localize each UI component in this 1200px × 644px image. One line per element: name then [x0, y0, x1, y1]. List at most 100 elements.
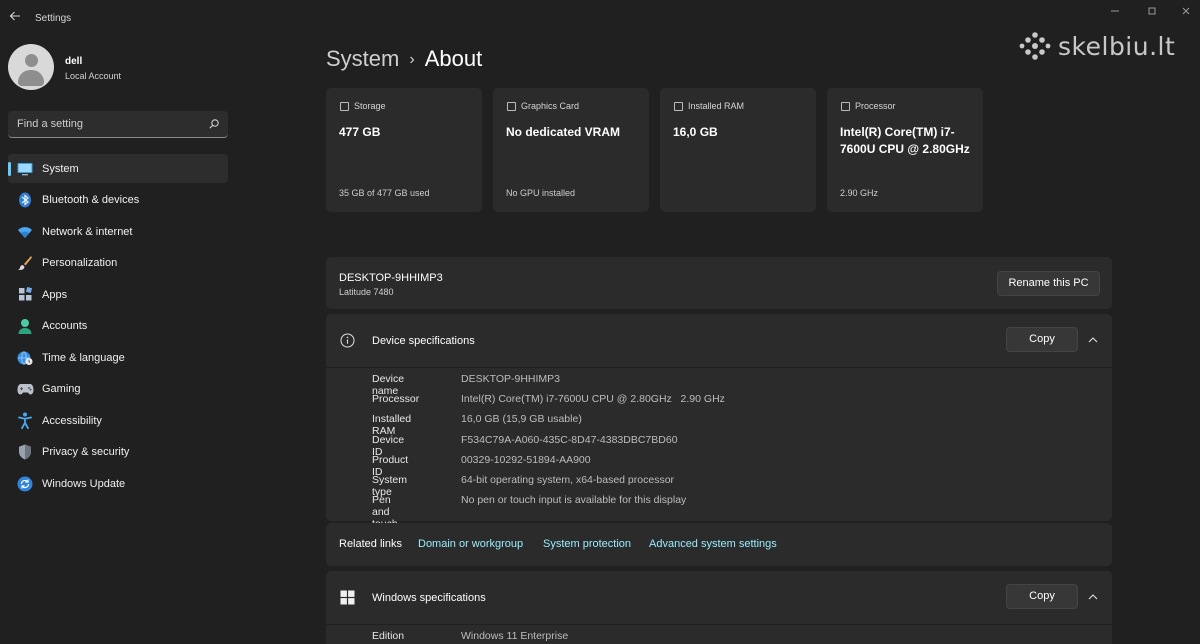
chevron-up-icon[interactable] [1087, 591, 1099, 603]
sidebar-item-label: Apps [42, 288, 68, 301]
sidebar-item-label: Accounts [42, 320, 88, 332]
watermark-logo: skelbiu.lt [1018, 31, 1175, 61]
spec-value: 16,0 GB (15,9 GB usable) [461, 413, 582, 426]
sidebar-item-label: Bluetooth & devices [42, 194, 140, 206]
section-title: Device specifications [372, 335, 475, 347]
advanced-system-settings-link[interactable]: Advanced system settings [649, 538, 777, 550]
sidebar-item-label: Personalization [42, 257, 118, 269]
pc-model: Latitude 7480 [339, 287, 394, 297]
section-title: Windows specifications [372, 592, 486, 604]
system-protection-link[interactable]: System protection [543, 538, 631, 550]
sidebar-item-system[interactable]: System [8, 154, 228, 183]
person-icon [16, 317, 34, 335]
sidebar-item-windows-update[interactable]: Windows Update [8, 469, 228, 498]
sidebar-item-bluetooth[interactable]: Bluetooth & devices [8, 186, 228, 215]
sidebar-item-accessibility[interactable]: Accessibility [8, 406, 228, 435]
card-title: Graphics Card [521, 101, 580, 111]
chevron-up-icon[interactable] [1087, 334, 1099, 346]
monitor-icon [16, 160, 34, 178]
sidebar-item-time-language[interactable]: Time & language [8, 343, 228, 372]
back-arrow-icon[interactable] [6, 9, 24, 27]
sidebar-item-personalization[interactable]: Personalization [8, 249, 228, 278]
processor-card: Processor Intel(R) Core(TM) i7-7600U CPU… [827, 88, 983, 212]
gamepad-icon [16, 380, 34, 398]
rename-pc-button[interactable]: Rename this PC [997, 271, 1100, 296]
breadcrumb-parent[interactable]: System [326, 46, 399, 71]
sidebar-item-label: System [42, 162, 79, 175]
card-subtext: 35 GB of 477 GB used [339, 188, 430, 198]
search-icon[interactable] [208, 118, 220, 130]
sidebar-item-label: Time & language [42, 351, 125, 364]
apps-icon [16, 286, 34, 304]
watermark-dots-icon [1019, 32, 1051, 60]
storage-card: Storage 477 GB 35 GB of 477 GB used [326, 88, 482, 212]
sidebar-nav: System Bluetooth & devices Network & int… [0, 154, 240, 501]
sidebar: dell Local Account Find a setting System… [0, 36, 240, 644]
device-specifications-section: Device specifications Copy Device name DE… [326, 314, 1112, 530]
spec-value: 00329-10292-51894-AA900 [461, 453, 591, 466]
brush-icon [16, 254, 34, 272]
installed-ram-card: Installed RAM 16,0 GB [660, 88, 816, 212]
info-icon [340, 333, 355, 348]
processor-icon [841, 102, 850, 111]
storage-icon [340, 102, 349, 111]
sidebar-item-gaming[interactable]: Gaming [8, 375, 228, 404]
card-subtext: 2.90 GHz [840, 188, 879, 198]
spec-value: DESKTOP-9HHIMP3 [461, 373, 560, 385]
user-name: dell [65, 56, 83, 67]
device-specifications-header[interactable]: Device specifications Copy [326, 314, 1112, 368]
page-title: About [424, 46, 483, 71]
card-value: Intel(R) Core(TM) i7-7600U CPU @ 2.80GHz [840, 125, 970, 156]
spec-value: F534C79A-A060-435C-8D47-4383DBC7BD60 [461, 433, 678, 446]
card-title: Processor [855, 101, 896, 111]
card-value: No dedicated VRAM [506, 125, 621, 139]
card-title: Installed RAM [688, 101, 745, 111]
sidebar-item-accounts[interactable]: Accounts [8, 312, 228, 341]
globe-clock-icon [16, 349, 34, 367]
bluetooth-icon [16, 191, 34, 209]
maximize-icon[interactable] [1141, 6, 1163, 20]
card-value: 477 GB [339, 125, 381, 139]
sidebar-item-privacy-security[interactable]: Privacy & security [8, 438, 228, 467]
wifi-icon [16, 223, 34, 241]
avatar[interactable] [8, 44, 54, 90]
sidebar-item-label: Privacy & security [42, 446, 130, 458]
sidebar-item-label: Windows Update [42, 477, 126, 490]
search-box[interactable]: Find a setting [8, 111, 228, 138]
graphics-card-icon [507, 102, 516, 111]
pc-name-row: DESKTOP-9HHIMP3 Latitude 7480 Rename thi… [326, 257, 1112, 309]
spec-key: Processor [372, 393, 420, 406]
pc-name: DESKTOP-9HHIMP3 [339, 272, 443, 284]
sidebar-item-label: Accessibility [42, 414, 102, 427]
copy-windows-specs-button[interactable]: Copy [1006, 584, 1078, 609]
sidebar-item-apps[interactable]: Apps [8, 280, 228, 309]
windows-specifications-header[interactable]: Windows specifications Copy [326, 571, 1112, 625]
domain-workgroup-link[interactable]: Domain or workgroup [418, 538, 523, 550]
card-subtext: No GPU installed [506, 188, 576, 198]
shield-icon [16, 443, 34, 461]
related-links-label: Related links [339, 538, 402, 550]
breadcrumb: System › About [326, 46, 482, 72]
ram-icon [674, 102, 683, 111]
accessibility-icon [16, 412, 34, 430]
copy-device-specs-button[interactable]: Copy [1006, 327, 1078, 352]
card-title: Storage [354, 101, 386, 111]
minimize-icon[interactable] [1104, 6, 1126, 20]
watermark-text: skelbiu.lt [1058, 31, 1176, 61]
search-input[interactable]: Find a setting [17, 118, 83, 130]
sidebar-item-label: Network & internet [42, 225, 133, 238]
spec-value: Windows 11 Enterprise [461, 630, 569, 642]
sidebar-item-label: Gaming [42, 383, 81, 395]
account-type: Local Account [65, 71, 122, 81]
windows-logo-icon [340, 590, 355, 605]
sidebar-item-network[interactable]: Network & internet [8, 217, 228, 246]
spec-value: No pen or touch input is available for t… [461, 494, 687, 507]
app-title: Settings [35, 13, 72, 24]
related-links-row: Related links Domain or workgroup System… [326, 523, 1112, 566]
spec-value: Intel(R) Core(TM) i7-7600U CPU @ 2.80GHz… [461, 393, 725, 406]
close-icon[interactable] [1175, 6, 1197, 20]
windows-specifications-section: Windows specifications Copy Edition Windo… [326, 571, 1112, 644]
card-value: 16,0 GB [673, 125, 718, 139]
spec-key: Edition [372, 630, 405, 642]
chevron-right-icon: › [409, 51, 415, 68]
